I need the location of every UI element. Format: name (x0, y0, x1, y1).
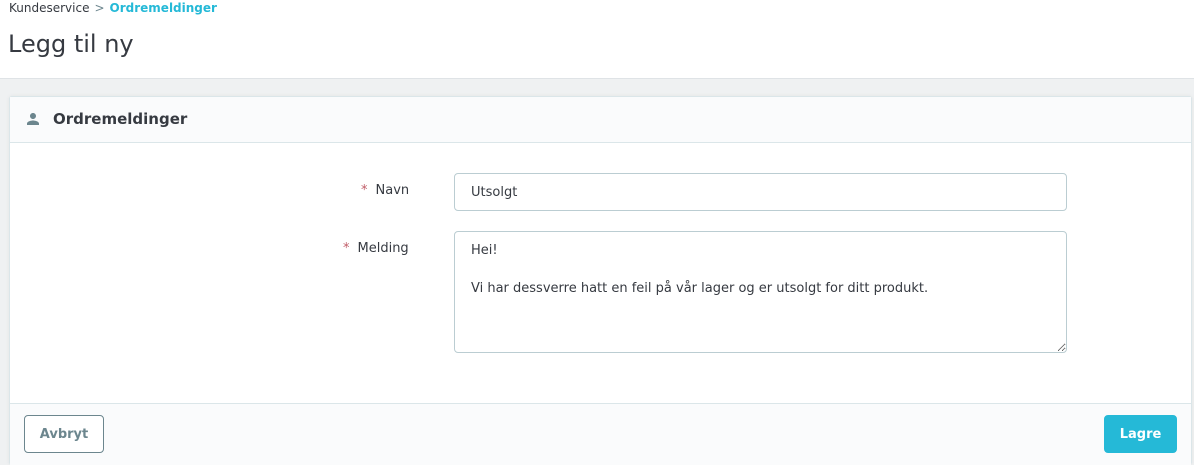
order-message-form-card: Ordremeldinger * Navn * Melding Hei! Vi ha… (9, 96, 1192, 465)
name-label: * Navn (361, 183, 409, 199)
name-input[interactable] (454, 173, 1067, 211)
card-header: Ordremeldinger (10, 97, 1191, 143)
page-title: Legg til ny (8, 30, 134, 58)
breadcrumb-separator: > (94, 1, 105, 15)
page-header: Kundeservice > Ordremeldinger Legg til ny (0, 0, 1194, 79)
message-label: * Melding (343, 241, 409, 257)
breadcrumb-current[interactable]: Ordremeldinger (110, 1, 217, 15)
card-footer: Avbryt Lagre (10, 403, 1191, 465)
save-button[interactable]: Lagre (1104, 415, 1177, 453)
name-label-text: Navn (375, 183, 410, 198)
breadcrumb-kundeservice[interactable]: Kundeservice (9, 1, 89, 15)
required-marker: * (361, 183, 368, 198)
card-title: Ordremeldinger (53, 110, 188, 128)
cancel-button[interactable]: Avbryt (24, 415, 104, 453)
required-marker: * (343, 241, 350, 256)
message-textarea[interactable]: Hei! Vi har dessverre hatt en feil på vå… (454, 231, 1067, 353)
message-label-text: Melding (357, 241, 409, 256)
person-icon (27, 113, 39, 125)
breadcrumb: Kundeservice > Ordremeldinger (9, 1, 217, 15)
